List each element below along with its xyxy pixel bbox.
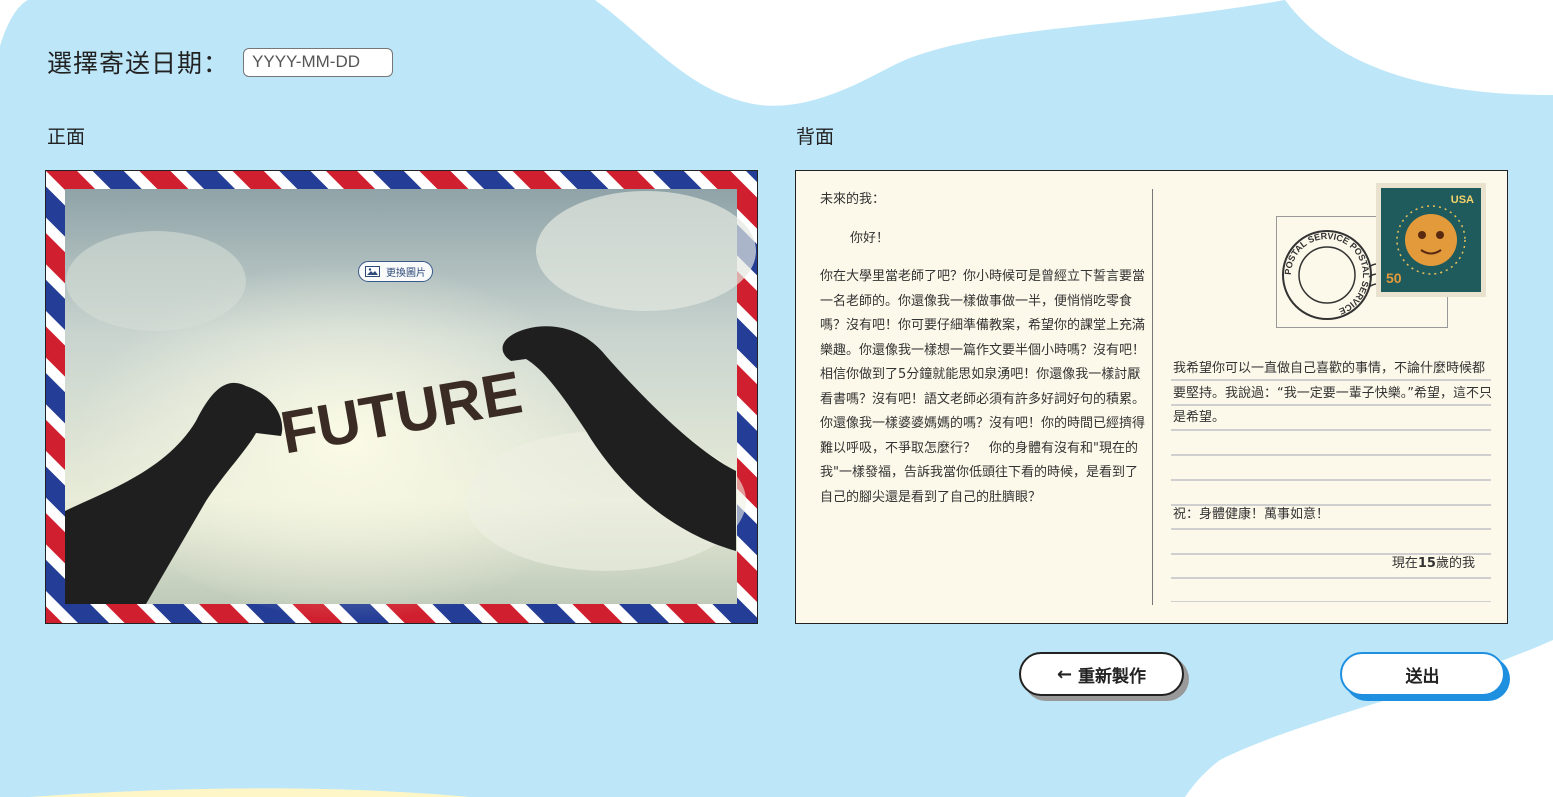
date-row: 選擇寄送日期： <box>47 44 394 80</box>
redo-button[interactable]: ← 重新製作 <box>1019 652 1184 696</box>
signoff-text: 祝：身體健康！萬事如意！ <box>1173 507 1330 522</box>
postage-stamp: USA 50 <box>1376 183 1486 297</box>
back-title: 背面 <box>796 126 835 148</box>
signature-suffix: 歲的我 <box>1435 556 1475 571</box>
ruled-line <box>1171 379 1491 381</box>
back-card: 未來的我： 你好！ 你在大學里當老師了吧？你小時候可是曾經立下誓言要當一名老師的… <box>795 170 1508 624</box>
letter-greeting: 未來的我： <box>820 192 886 207</box>
send-label: 送出 <box>1405 666 1440 687</box>
letter-body: 你在大學里當老師了吧？你小時候可是曾經立下誓言要當一名老師的。你還像我一樣做事做… <box>820 269 1146 505</box>
send-button[interactable]: 送出 <box>1340 652 1505 696</box>
signature: 現在15歲的我 <box>1392 552 1475 571</box>
change-image-label: 更換圖片 <box>386 268 426 279</box>
stamp-country: USA <box>1451 194 1474 206</box>
date-label: 選擇寄送日期： <box>47 49 230 78</box>
svg-text:POSTAL SERVICE POSTAL SERVICE: POSTAL SERVICE POSTAL SERVICE <box>1283 231 1371 317</box>
letter-hello: 你好！ <box>850 230 890 246</box>
front-card: FUTURE 更換圖片 <box>45 170 758 624</box>
ruled-line <box>1171 454 1491 456</box>
image-icon <box>365 266 380 277</box>
signature-prefix: 現在 <box>1391 556 1418 571</box>
ruled-line <box>1171 577 1491 579</box>
change-image-button[interactable]: 更換圖片 <box>358 261 433 282</box>
ruled-line <box>1171 404 1491 406</box>
ruled-line <box>1171 601 1491 602</box>
arrow-left-icon: ← <box>1056 663 1073 685</box>
date-input[interactable] <box>243 47 394 77</box>
card-divider <box>1152 189 1153 605</box>
stamp-value: 50 <box>1386 270 1402 286</box>
ruled-line <box>1171 528 1491 530</box>
front-photo: FUTURE <box>46 171 757 623</box>
ruled-line <box>1171 479 1491 481</box>
ruled-line <box>1171 429 1491 431</box>
wish-text: 我希望你可以一直做自己喜歡的事情，不論什麼時候都要堅持。我說過：“我一定要一輩子… <box>1173 361 1492 425</box>
front-title: 正面 <box>47 126 86 148</box>
redo-label: 重新製作 <box>1078 666 1147 687</box>
letter-body-column: 未來的我： 你好！ 你在大學里當老師了吧？你小時候可是曾經立下誓言要當一名老師的… <box>820 188 1146 510</box>
signature-age: 15 <box>1417 556 1436 571</box>
